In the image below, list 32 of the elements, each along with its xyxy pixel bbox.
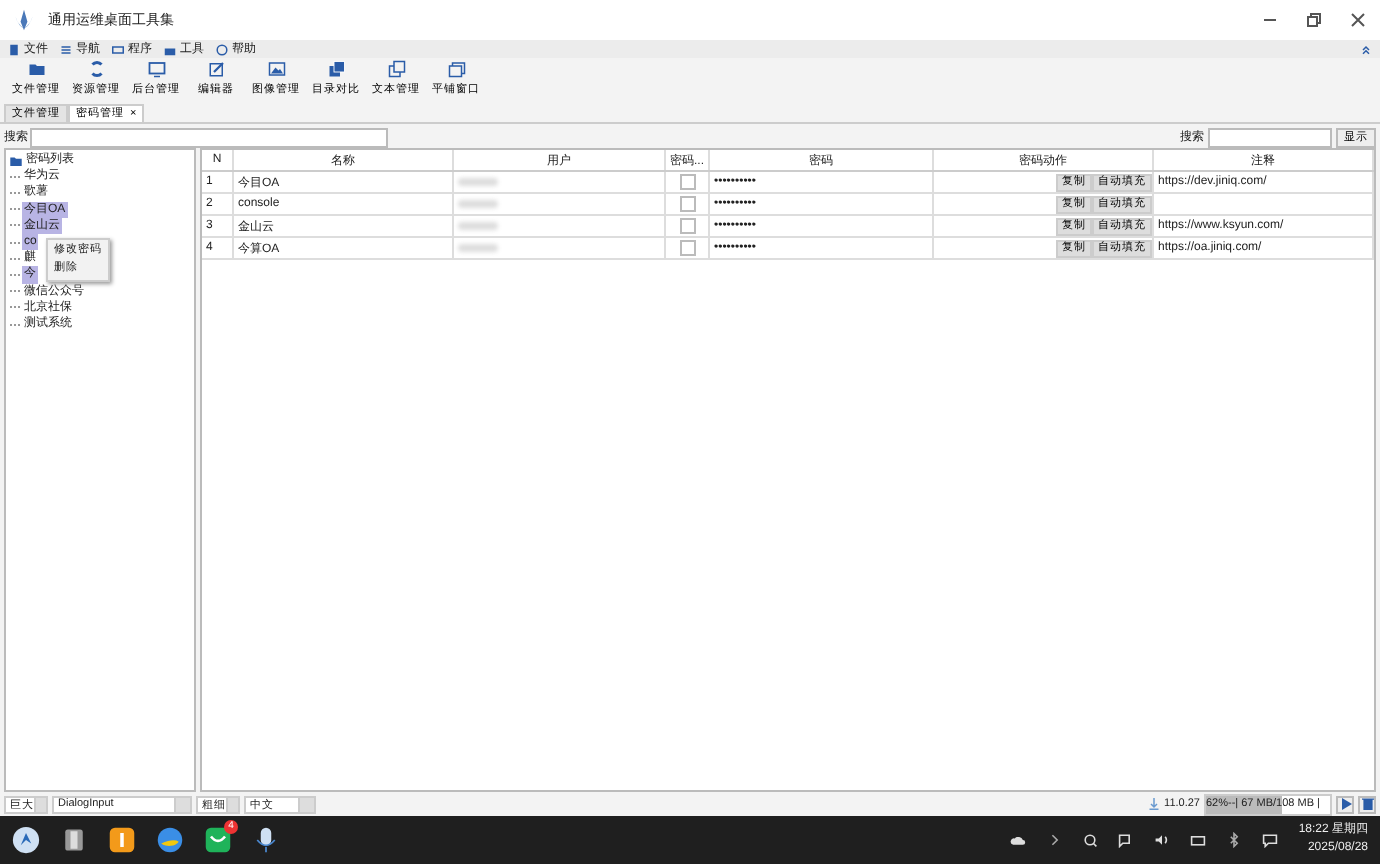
shopping-bag-icon[interactable] — [204, 826, 232, 854]
keyboard-icon[interactable] — [1190, 832, 1207, 848]
close-icon[interactable] — [1348, 10, 1368, 30]
checkbox[interactable] — [679, 240, 695, 256]
windows-icon — [447, 60, 465, 78]
trash-button[interactable] — [1358, 795, 1376, 813]
search-field[interactable] — [1208, 127, 1332, 147]
checkbox[interactable] — [679, 174, 695, 190]
app-icon[interactable] — [108, 826, 136, 854]
bluetooth-icon[interactable] — [1226, 832, 1243, 848]
collapse-icon[interactable] — [1360, 43, 1372, 55]
checkbox[interactable] — [679, 196, 695, 212]
play-button[interactable] — [1336, 795, 1354, 813]
restore-icon[interactable] — [1304, 10, 1324, 30]
message-icon[interactable] — [1262, 832, 1279, 848]
microphone-icon[interactable] — [252, 826, 280, 854]
app-logo-icon — [12, 8, 36, 32]
checkbox[interactable] — [679, 218, 695, 234]
image-icon — [267, 60, 285, 78]
sync-icon — [87, 60, 105, 78]
cloud-icon[interactable] — [1010, 832, 1027, 848]
files-icon[interactable] — [60, 826, 88, 854]
download-icon — [1148, 798, 1161, 810]
chevron-icon[interactable] — [1046, 832, 1063, 848]
chat-icon[interactable] — [1118, 832, 1135, 848]
monitor-icon — [147, 60, 165, 78]
search-icon[interactable] — [1082, 832, 1099, 848]
search-field[interactable] — [30, 127, 388, 147]
volume-icon[interactable] — [1154, 832, 1171, 848]
start-icon[interactable] — [12, 826, 40, 854]
browser-icon[interactable] — [156, 826, 184, 854]
edit-icon — [207, 60, 225, 78]
